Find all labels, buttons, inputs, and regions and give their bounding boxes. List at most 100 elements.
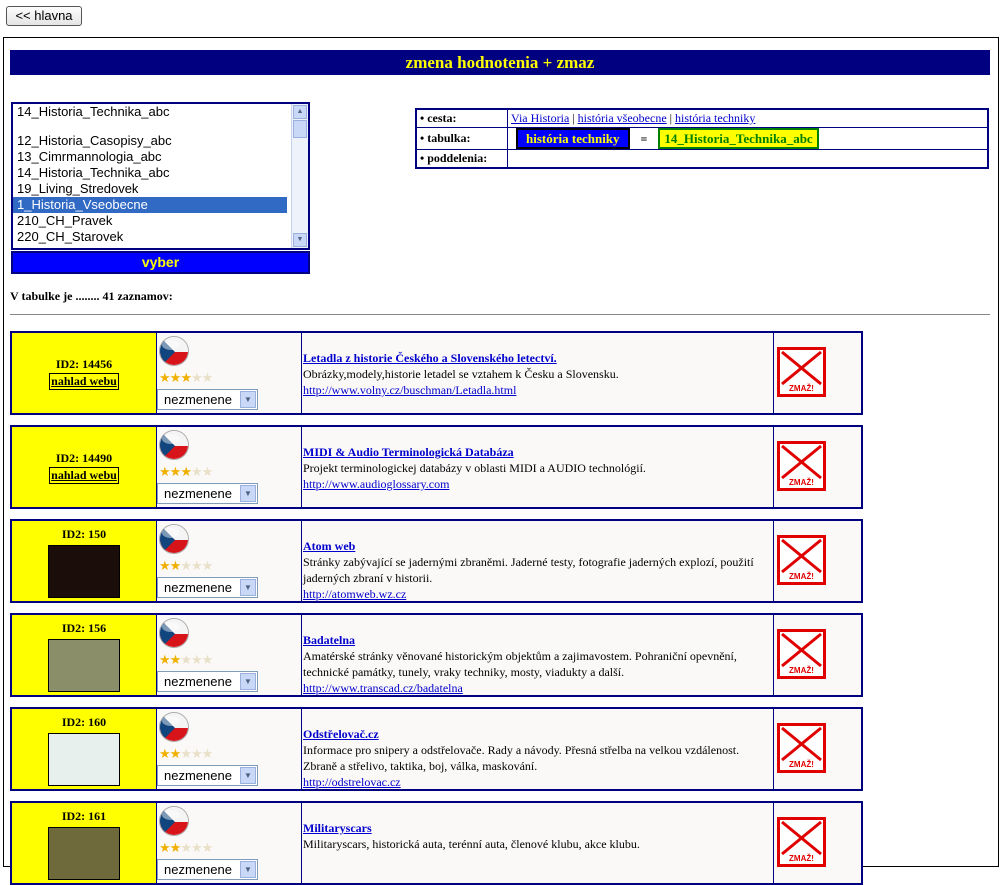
chevron-down-icon[interactable]: ▼ <box>240 579 256 596</box>
record-count: V tabulke je ........ 41 zaznamov: <box>10 289 173 303</box>
rating-stars: ★★★★★ <box>159 558 213 573</box>
star-icon: ★ <box>169 370 182 385</box>
star-icon: ★ <box>190 652 203 667</box>
site-title-link[interactable]: Militaryscars <box>303 821 372 836</box>
rating-select[interactable]: nezmenene ▼ <box>157 859 258 880</box>
listbox-item[interactable]: 12_Historia_Casopisy_abc <box>13 133 287 149</box>
chevron-down-icon[interactable]: ▼ <box>240 485 256 502</box>
star-icon: ★ <box>201 840 214 855</box>
site-thumbnail[interactable] <box>48 733 120 786</box>
listbox-item[interactable]: 14_Historia_Technika_abc <box>13 104 287 120</box>
star-icon: ★ <box>180 558 192 573</box>
delete-label: ZMAŽ! <box>789 384 814 393</box>
rating-select[interactable]: nezmenene ▼ <box>157 389 258 410</box>
star-icon: ★ <box>169 746 182 761</box>
listbox-item[interactable]: 19_Living_Stredovek <box>13 181 287 197</box>
delete-button[interactable]: ZMAŽ! <box>777 629 826 679</box>
site-description: Militaryscars, historická auta, terénní … <box>303 837 640 851</box>
site-url-link[interactable]: http://odstrelovac.cz <box>303 775 401 789</box>
delete-cell: ZMAŽ! <box>774 709 861 789</box>
site-info-cell: Letadla z historie Českého a Slovenského… <box>302 333 774 413</box>
listbox-scrollbar[interactable]: ▲ ▼ <box>291 104 308 248</box>
star-icon: ★ <box>180 370 192 385</box>
site-url-link[interactable]: http://atomweb.wz.cz <box>303 587 406 601</box>
back-to-main-button[interactable]: << hlavna <box>6 6 82 26</box>
delete-button[interactable]: ZMAŽ! <box>777 723 826 773</box>
table-code-badge: 14_Historia_Technika_abc <box>658 128 819 149</box>
site-title-link[interactable]: Letadla z historie Českého a Slovenského… <box>303 351 557 366</box>
delete-label: ZMAŽ! <box>789 760 814 769</box>
record-row: ID2: 14490 nahlad webu ★★★★★ nezmenene ▼ MIDI… <box>10 425 863 509</box>
chevron-down-icon[interactable]: ▼ <box>240 391 256 408</box>
chevron-down-icon[interactable]: ▼ <box>240 673 256 690</box>
star-icon: ★ <box>201 464 214 479</box>
listbox-item[interactable]: 13_Cimrmannologia_abc <box>13 149 287 165</box>
star-icon: ★ <box>190 558 203 573</box>
chevron-down-icon[interactable]: ▼ <box>240 767 256 784</box>
cesta-label: • cesta: <box>415 108 508 128</box>
delete-x-icon <box>781 444 822 480</box>
site-description: Informace pro snipery a odstřelovače. Ra… <box>303 743 740 789</box>
star-icon: ★ <box>169 840 182 855</box>
site-url-link[interactable]: http://www.transcad.cz/badatelna <box>303 681 463 695</box>
rating-select[interactable]: nezmenene ▼ <box>157 577 258 598</box>
record-row: ID2: 14456 nahlad webu ★★★★★ nezmenene ▼ Leta… <box>10 331 863 415</box>
site-title-link[interactable]: Atom web <box>303 539 355 554</box>
star-icon: ★ <box>190 464 203 479</box>
delete-cell: ZMAŽ! <box>774 333 861 413</box>
scroll-up-icon[interactable]: ▲ <box>293 105 307 119</box>
listbox-item[interactable]: 1_Historia_Vseobecne <box>13 197 287 213</box>
czech-flag-icon <box>159 430 189 460</box>
chevron-down-icon[interactable]: ▼ <box>240 861 256 878</box>
czech-flag-icon <box>159 524 189 554</box>
record-id: ID2: 150 <box>61 527 107 541</box>
rating-stars: ★★★★★ <box>159 840 214 855</box>
rating-cell: ★★★★★ nezmenene ▼ <box>157 709 302 789</box>
preview-link[interactable]: nahlad webu <box>49 373 119 390</box>
delete-cell: ZMAŽ! <box>774 427 861 507</box>
breadcrumb-link[interactable]: história techniky <box>675 111 755 125</box>
record-row: ID2: 161 ★★★★★ nezmenene ▼ Militaryscars Mili… <box>10 801 863 885</box>
delete-cell: ZMAŽ! <box>774 521 861 601</box>
czech-flag-icon <box>159 618 189 648</box>
star-icon: ★ <box>180 840 192 855</box>
delete-cell: ZMAŽ! <box>774 615 861 695</box>
site-title-link[interactable]: Badatelna <box>303 633 355 648</box>
site-url-link[interactable]: http://www.volny.cz/buschman/Letadla.htm… <box>303 383 516 397</box>
site-url-link[interactable]: http://www.audioglossary.com <box>303 477 449 491</box>
id-cell: ID2: 14456 nahlad webu <box>12 333 157 413</box>
site-title-link[interactable]: Odstřelovač.cz <box>303 727 379 742</box>
vyber-button[interactable]: vyber <box>11 251 310 274</box>
listbox-item[interactable]: 210_CH_Pravek <box>13 213 287 229</box>
site-thumbnail[interactable] <box>48 827 120 880</box>
record-row: ID2: 150 ★★★★★ nezmenene ▼ Atom web Stránky z… <box>10 519 863 603</box>
delete-button[interactable]: ZMAŽ! <box>777 441 826 491</box>
site-thumbnail[interactable] <box>48 639 120 692</box>
rating-select[interactable]: nezmenene ▼ <box>157 765 258 786</box>
site-thumbnail[interactable] <box>48 545 120 598</box>
czech-flag-icon <box>159 712 189 742</box>
delete-button[interactable]: ZMAŽ! <box>777 535 826 585</box>
delete-x-icon <box>781 350 822 386</box>
delete-button[interactable]: ZMAŽ! <box>777 347 826 397</box>
star-icon: ★ <box>201 746 214 761</box>
delete-cell: ZMAŽ! <box>774 803 861 883</box>
listbox-item[interactable]: 220_CH_Starovek <box>13 229 287 245</box>
table-name-badge: história techniky <box>516 128 630 149</box>
rating-stars: ★★★★★ <box>159 746 214 761</box>
delete-button[interactable]: ZMAŽ! <box>777 817 826 867</box>
scroll-down-icon[interactable]: ▼ <box>293 233 307 247</box>
id-cell: ID2: 150 <box>12 521 157 601</box>
breadcrumb-link[interactable]: Via Historia <box>511 111 569 125</box>
delete-x-icon <box>781 820 822 856</box>
preview-link[interactable]: nahlad webu <box>49 467 119 484</box>
listbox-item[interactable]: 14_Historia_Technika_abc <box>13 165 287 181</box>
table-listbox[interactable]: 14_Historia_Technika_abc 12_Historia_Cas… <box>11 102 310 250</box>
rating-select[interactable]: nezmenene ▼ <box>157 483 258 504</box>
delete-label: ZMAŽ! <box>789 572 814 581</box>
delete-label: ZMAŽ! <box>789 478 814 487</box>
breadcrumb-link[interactable]: história všeobecne <box>578 111 667 125</box>
scroll-thumb[interactable] <box>293 120 307 138</box>
rating-select[interactable]: nezmenene ▼ <box>157 671 258 692</box>
site-title-link[interactable]: MIDI & Audio Terminologická Databáza <box>303 445 514 460</box>
